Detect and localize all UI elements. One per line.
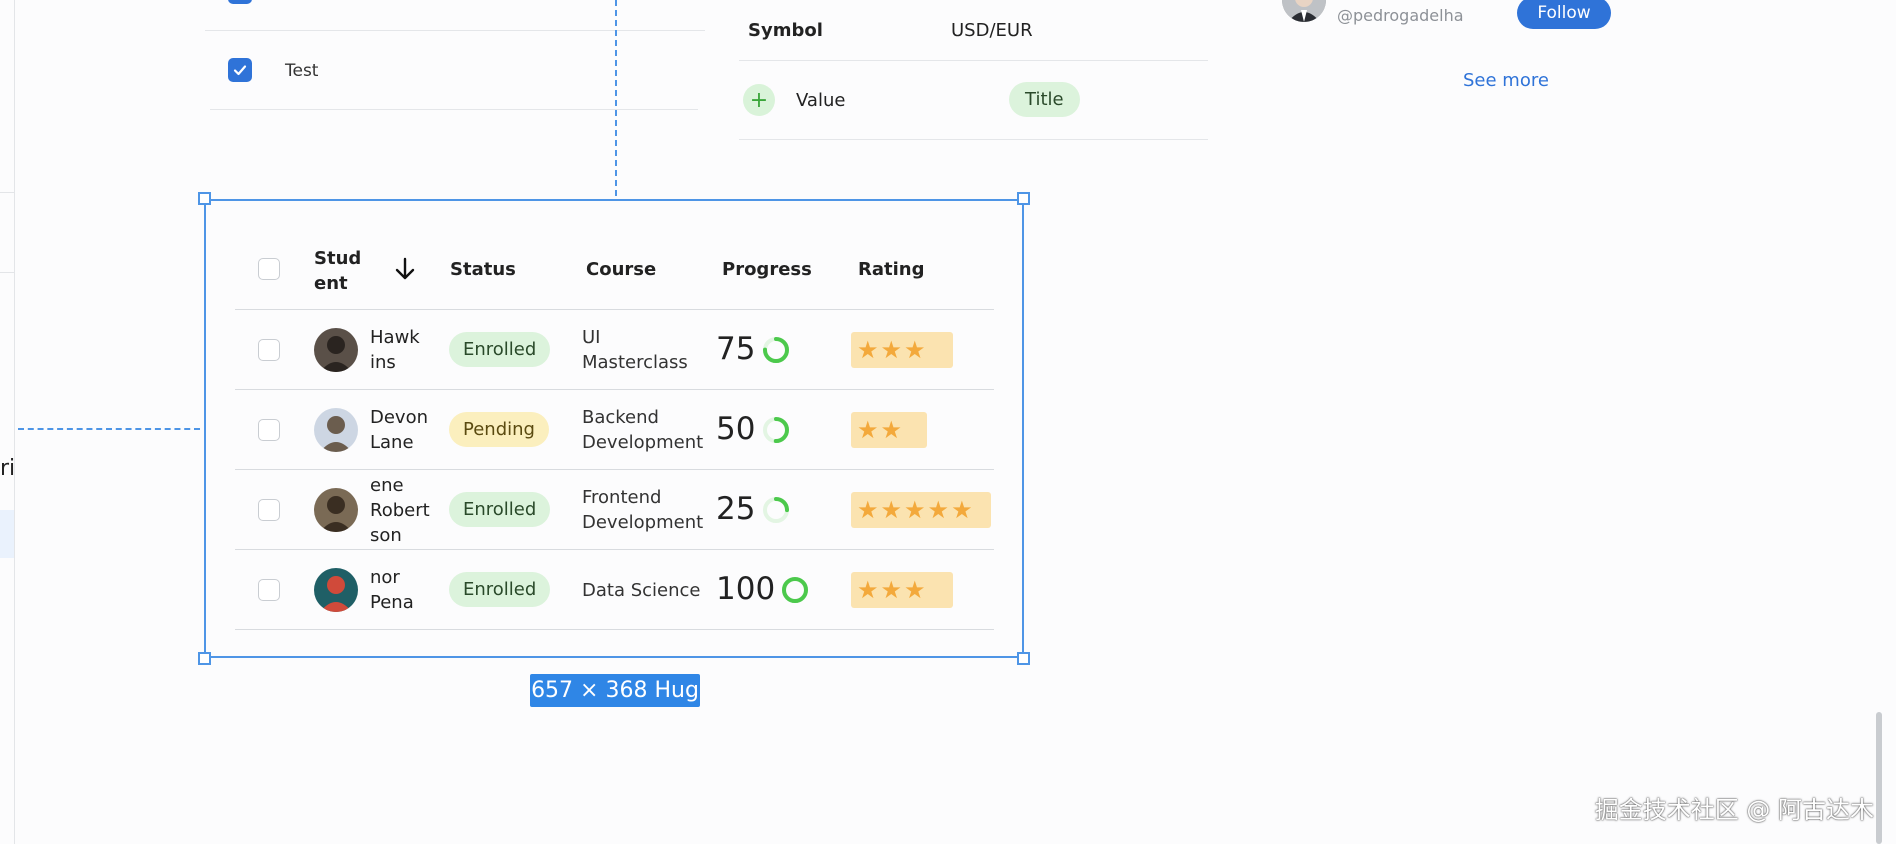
student-name: Devon Lane — [370, 407, 429, 453]
course-name: Data Science — [582, 579, 701, 601]
table-row-divider — [235, 469, 994, 470]
value-label: Value — [796, 90, 846, 111]
course-name: Frontend Development — [582, 487, 704, 533]
star-icon: ★ — [857, 336, 879, 364]
rating-stars: ★ ★ — [851, 412, 927, 448]
check-icon — [233, 65, 247, 76]
table-row-divider — [235, 389, 994, 390]
rating-stars: ★ ★ ★ — [851, 572, 953, 608]
avatar — [314, 488, 358, 532]
status-header[interactable]: Status — [450, 259, 516, 280]
vertical-spacing-guide — [615, 0, 617, 196]
resize-handle-bottom-left[interactable] — [198, 652, 211, 665]
avatar — [314, 568, 358, 612]
info-divider — [739, 60, 1208, 61]
profile-handle: @pedrogadelha — [1337, 6, 1464, 25]
progress-value: 25 — [716, 491, 756, 527]
star-icon: ★ — [857, 496, 879, 524]
star-icon: ★ — [880, 496, 903, 524]
left-panel-divider — [0, 192, 14, 193]
star-icon: ★ — [880, 576, 903, 604]
star-icon: ★ — [904, 496, 926, 524]
resize-handle-top-left[interactable] — [198, 192, 211, 205]
add-value-button[interactable]: + — [743, 84, 775, 116]
table-row-divider — [235, 549, 994, 550]
avatar — [314, 408, 358, 452]
avatar — [314, 328, 358, 372]
star-icon: ★ — [951, 496, 973, 524]
info-divider — [739, 139, 1208, 140]
progress-value: 75 — [716, 331, 756, 367]
left-panel-divider — [0, 272, 14, 273]
status-badge: Pending — [449, 412, 549, 447]
rating-stars: ★ ★ ★ ★ ★ — [851, 492, 991, 528]
course-name: Backend Development — [582, 407, 704, 453]
arrow-down-icon[interactable] — [392, 256, 418, 286]
star-icon: ★ — [904, 336, 926, 364]
select-all-checkbox[interactable] — [258, 258, 280, 280]
progress-ring — [781, 576, 809, 608]
student-name: ene Robert son — [370, 474, 430, 546]
table-row-divider — [235, 629, 994, 630]
student-header[interactable]: Stud ent — [314, 246, 361, 296]
star-icon: ★ — [904, 576, 926, 604]
star-icon: ★ — [927, 496, 950, 524]
symbol-label: Symbol — [748, 20, 823, 41]
see-more-link[interactable]: See more — [1463, 70, 1549, 91]
row-checkbox[interactable] — [258, 579, 280, 601]
progress-ring — [762, 496, 790, 528]
profile-avatar — [1282, 0, 1326, 22]
table-header-divider — [235, 309, 994, 310]
row-checkbox[interactable] — [258, 339, 280, 361]
star-icon: ★ — [857, 416, 879, 444]
follow-button[interactable]: Follow — [1517, 0, 1611, 29]
progress-header[interactable]: Progress — [722, 259, 812, 280]
star-icon: ★ — [880, 416, 903, 444]
progress-ring — [762, 416, 790, 448]
resize-handle-top-right[interactable] — [1017, 192, 1030, 205]
test-label: Test — [285, 61, 319, 81]
star-icon: ★ — [857, 576, 879, 604]
rating-stars: ★ ★ ★ — [851, 332, 953, 368]
watermark: 掘金技术社区 @ 阿古达木 — [1594, 796, 1874, 824]
star-icon: ★ — [880, 336, 903, 364]
scrollbar[interactable] — [1876, 712, 1882, 844]
row-checkbox[interactable] — [258, 419, 280, 441]
status-badge: Enrolled — [449, 492, 551, 527]
resize-handle-bottom-right[interactable] — [1017, 652, 1030, 665]
left-panel-text-fragment: ri — [0, 456, 16, 481]
symbol-value: USD/EUR — [951, 20, 1033, 41]
progress-value: 50 — [716, 411, 756, 447]
status-badge: Enrolled — [449, 572, 551, 607]
rating-header[interactable]: Rating — [858, 259, 924, 280]
course-header[interactable]: Course — [586, 259, 656, 280]
title-tag[interactable]: Title — [1009, 82, 1080, 117]
size-badge: 657 × 368 Hug — [530, 674, 700, 707]
checkbox-checked[interactable] — [228, 0, 252, 4]
plus-icon: + — [749, 87, 769, 113]
list-divider — [205, 30, 705, 31]
row-checkbox[interactable] — [258, 499, 280, 521]
left-panel-selected-item[interactable] — [0, 510, 14, 558]
progress-ring — [762, 336, 790, 368]
left-panel-border — [14, 0, 15, 844]
course-name: UI Masterclass — [582, 327, 688, 373]
progress-value: 100 — [716, 571, 776, 607]
test-checkbox[interactable] — [228, 58, 252, 82]
list-divider — [210, 109, 698, 110]
horizontal-spacing-guide — [18, 428, 200, 430]
student-name: nor Pena — [370, 567, 414, 613]
student-name: Hawk ins — [370, 327, 420, 373]
status-badge: Enrolled — [449, 332, 551, 367]
